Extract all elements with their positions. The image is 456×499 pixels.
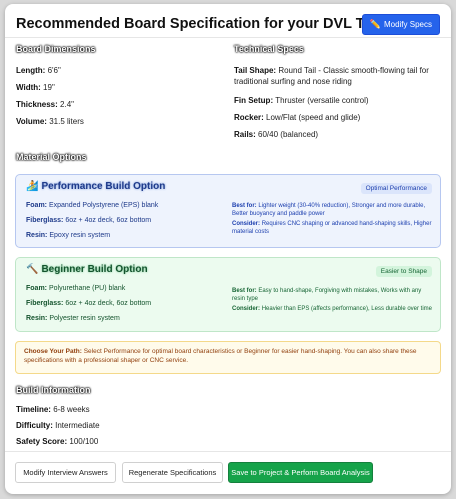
dialog-header: Recommended Board Specification for your…	[16, 14, 440, 36]
easier-to-shape-badge: Easier to Shape	[375, 266, 432, 277]
material-options-heading: Material Options	[16, 152, 87, 162]
choose-path-note: Choose Your Path: Select Performance for…	[15, 341, 441, 374]
beginner-fiberglass-value: 6oz + 4oz deck, 6oz bottom	[65, 300, 152, 307]
performance-resin-value: Epoxy resin system	[49, 232, 111, 239]
rocker-label: Rocker:	[234, 113, 264, 122]
beginner-foam-label: Foam:	[26, 285, 47, 292]
beginner-consider-value: Heavier than EPS (affects performance), …	[261, 306, 432, 312]
performance-best-for-label: Best for:	[232, 203, 257, 209]
dialog-title: Recommended Board Specification for your…	[16, 16, 393, 32]
beginner-best-for-label: Best for:	[232, 288, 257, 294]
beginner-resin-row: Resin: Polyester resin system	[26, 315, 120, 322]
beginner-foam-row: Foam: Polyurethane (PU) blank	[26, 285, 125, 292]
tail-shape-value: Round Tail - Classic smooth-flowing tail…	[278, 66, 429, 75]
hammer-icon: 🔨	[26, 264, 39, 275]
width-label: Width:	[16, 83, 41, 92]
length-label: Length:	[16, 66, 46, 75]
build-information-heading: Build Information	[16, 385, 91, 395]
beginner-fiberglass-label: Fiberglass:	[26, 300, 64, 307]
width-value: 19"	[43, 83, 55, 92]
beginner-best-for-value: Easy to hand-shape, Forgiving with mista…	[232, 288, 422, 302]
volume-row: Volume: 31.5 liters	[16, 116, 84, 127]
difficulty-value: Intermediate	[55, 421, 100, 430]
rocker-row: Rocker: Low/Flat (speed and glide)	[234, 112, 360, 123]
difficulty-row: Difficulty: Intermediate	[16, 420, 100, 431]
performance-consider-label: Consider:	[232, 221, 261, 227]
safety-score-label: Safety Score:	[16, 437, 68, 446]
volume-value: 31.5 liters	[49, 117, 84, 126]
choose-path-text: Select Performance for optimal board cha…	[24, 348, 417, 364]
tail-shape-row: Tail Shape: Round Tail - Classic smooth-…	[234, 65, 444, 76]
regenerate-specifications-button[interactable]: Regenerate Specifications	[122, 462, 223, 483]
modify-specs-button[interactable]: ✏️ Modify Specs	[361, 14, 440, 35]
header-divider	[5, 37, 451, 38]
modify-interview-answers-button[interactable]: Modify Interview Answers	[15, 462, 116, 483]
beginner-fiberglass-row: Fiberglass: 6oz + 4oz deck, 6oz bottom	[26, 300, 151, 307]
performance-best-for-value: Lighter weight (30-40% reduction), Stron…	[232, 203, 426, 217]
beginner-build-label: Beginner Build Option	[41, 264, 148, 275]
timeline-row: Timeline: 6-8 weeks	[16, 404, 90, 415]
surfer-icon: 🏄	[26, 181, 39, 192]
beginner-resin-value: Polyester resin system	[49, 315, 120, 322]
beginner-foam-value: Polyurethane (PU) blank	[48, 285, 126, 292]
save-and-analyze-button[interactable]: Save to Project & Perform Board Analysis	[228, 462, 373, 483]
thickness-row: Thickness: 2.4"	[16, 99, 74, 110]
rocker-value: Low/Flat (speed and glide)	[266, 113, 361, 122]
beginner-resin-label: Resin:	[26, 315, 48, 322]
modify-specs-label: Modify Specs	[383, 20, 432, 29]
choose-path-label: Choose Your Path:	[24, 348, 82, 355]
performance-build-label: Performance Build Option	[41, 181, 166, 192]
length-value: 6'6"	[47, 66, 61, 75]
fin-setup-value: Thruster (versatile control)	[275, 96, 369, 105]
difficulty-label: Difficulty:	[16, 421, 53, 430]
performance-foam-value: Expanded Polystyrene (EPS) blank	[48, 202, 159, 209]
technical-specs-heading: Technical Specs	[234, 44, 304, 54]
safety-score-row: Safety Score: 100/100	[16, 436, 98, 447]
tail-shape-label: Tail Shape:	[234, 66, 277, 75]
fin-setup-label: Fin Setup:	[234, 96, 274, 105]
footer-divider	[5, 451, 451, 452]
beginner-consider: Consider: Heavier than EPS (affects perf…	[232, 305, 432, 313]
performance-fiberglass-value: 6oz + 4oz deck, 6oz bottom	[65, 217, 152, 224]
performance-build-title: 🏄 Performance Build Option	[26, 181, 165, 192]
performance-fiberglass-row: Fiberglass: 6oz + 4oz deck, 6oz bottom	[26, 217, 151, 224]
timeline-label: Timeline:	[16, 405, 51, 414]
performance-resin-row: Resin: Epoxy resin system	[26, 232, 110, 239]
pencil-icon: ✏️	[369, 19, 381, 29]
rails-label: Rails:	[234, 130, 256, 139]
performance-fiberglass-label: Fiberglass:	[26, 217, 64, 224]
rails-value: 60/40 (balanced)	[258, 130, 319, 139]
volume-label: Volume:	[16, 117, 47, 126]
performance-consider: Consider: Requires CNC shaping or advanc…	[232, 220, 432, 236]
board-dimensions-heading: Board Dimensions	[16, 44, 96, 54]
performance-best-for: Best for: Lighter weight (30-40% reducti…	[232, 202, 432, 218]
performance-build-option[interactable]: 🏄 Performance Build Option Optimal Perfo…	[15, 174, 441, 248]
optimal-performance-badge: Optimal Performance	[360, 183, 432, 194]
performance-resin-label: Resin:	[26, 232, 48, 239]
safety-score-value: 100/100	[69, 437, 99, 446]
performance-consider-value: Requires CNC shaping or advanced hand-sh…	[232, 221, 432, 235]
length-row: Length: 6'6"	[16, 65, 61, 76]
thickness-label: Thickness:	[16, 100, 58, 109]
beginner-consider-label: Consider:	[232, 306, 261, 312]
timeline-value: 6-8 weeks	[53, 405, 90, 414]
thickness-value: 2.4"	[60, 100, 74, 109]
beginner-build-title: 🔨 Beginner Build Option	[26, 264, 148, 275]
performance-foam-label: Foam:	[26, 202, 47, 209]
tail-shape-value-cont: traditional surfing and nose riding	[234, 77, 352, 86]
rails-row: Rails: 60/40 (balanced)	[234, 129, 318, 140]
performance-foam-row: Foam: Expanded Polystyrene (EPS) blank	[26, 202, 158, 209]
width-row: Width: 19"	[16, 82, 55, 93]
spec-dialog: Recommended Board Specification for your…	[5, 4, 451, 494]
beginner-build-option[interactable]: 🔨 Beginner Build Option Easier to Shape …	[15, 257, 441, 332]
beginner-best-for: Best for: Easy to hand-shape, Forgiving …	[232, 287, 432, 303]
fin-setup-row: Fin Setup: Thruster (versatile control)	[234, 95, 369, 106]
